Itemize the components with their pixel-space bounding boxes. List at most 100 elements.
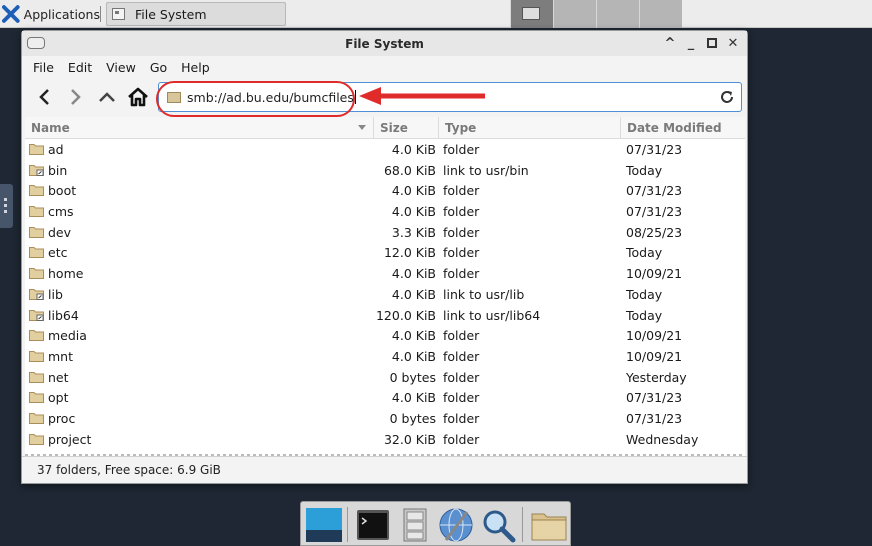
toolbar: smb://ad.bu.edu/bumcfiles xyxy=(22,78,747,117)
close-icon[interactable]: ✕ xyxy=(725,34,741,52)
file-row[interactable]: dev 3.3 KiB folder 08/25/23 xyxy=(25,222,745,243)
file-size: 32.0 KiB xyxy=(383,431,436,447)
dock-separator xyxy=(522,507,523,542)
panel-separator xyxy=(100,6,101,22)
file-type: link to usr/lib xyxy=(443,286,525,302)
status-bar: 37 folders, Free space: 6.9 GiB xyxy=(22,456,747,483)
file-date: 10/09/21 xyxy=(626,328,683,344)
list-header: Name Size Type Date Modified xyxy=(25,117,745,139)
menu-go[interactable]: Go xyxy=(150,60,167,75)
workspace-window-preview xyxy=(522,7,540,20)
file-type: folder xyxy=(443,390,480,406)
file-type: folder xyxy=(443,245,480,261)
menu-view[interactable]: View xyxy=(106,60,136,75)
file-size: 0 bytes xyxy=(389,369,436,385)
applications-menu[interactable]: Applications xyxy=(2,3,100,25)
folder-icon xyxy=(29,247,44,259)
forward-button[interactable] xyxy=(62,84,88,110)
back-button[interactable] xyxy=(32,84,58,110)
file-rows: ad 4.0 KiB folder 07/31/23 bin 68.0 KiB link t… xyxy=(25,139,745,449)
file-size: 4.0 KiB xyxy=(391,286,436,302)
workspace-2[interactable] xyxy=(553,0,596,28)
desktop-icon[interactable] xyxy=(305,506,343,544)
file-name: mnt xyxy=(48,348,73,364)
refresh-icon[interactable] xyxy=(719,89,735,105)
home-button[interactable] xyxy=(125,84,151,110)
folder-link-icon xyxy=(29,309,44,321)
file-row[interactable]: etc 12.0 KiB folder Today xyxy=(25,242,745,263)
minimize-icon[interactable]: _ xyxy=(683,34,699,52)
file-row[interactable]: cms 4.0 KiB folder 07/31/23 xyxy=(25,201,745,222)
workspace-switcher[interactable] xyxy=(510,0,684,28)
arrow-left-icon xyxy=(39,89,49,105)
file-name: lib64 xyxy=(48,307,79,323)
window-titlebar[interactable]: File System ^ _ ✕ xyxy=(22,31,747,56)
file-size: 3.3 KiB xyxy=(391,224,436,240)
file-row[interactable]: opt 4.0 KiB folder 07/31/23 xyxy=(25,387,745,408)
file-type: folder xyxy=(443,431,480,447)
file-row[interactable]: ad 4.0 KiB folder 07/31/23 xyxy=(25,139,745,160)
folder-icon xyxy=(29,412,44,424)
sort-descending-icon xyxy=(358,125,366,130)
folder-link-icon xyxy=(29,164,44,176)
file-name: cms xyxy=(48,204,74,220)
terminal-icon[interactable] xyxy=(354,506,392,544)
file-row[interactable]: home 4.0 KiB folder 10/09/21 xyxy=(25,263,745,284)
file-row[interactable]: media 4.0 KiB folder 10/09/21 xyxy=(25,325,745,346)
column-header-date[interactable]: Date Modified xyxy=(621,117,745,139)
shade-icon[interactable]: ^ xyxy=(662,34,678,52)
taskbar-window-button[interactable]: File System xyxy=(106,2,286,26)
file-name: home xyxy=(48,266,84,282)
file-row[interactable]: proc 0 bytes folder 07/31/23 xyxy=(25,408,745,429)
parent-folder-button[interactable] xyxy=(94,84,120,110)
file-type: folder xyxy=(443,328,480,344)
file-row[interactable]: lib 4.0 KiB link to usr/lib Today xyxy=(25,284,745,305)
column-header-type[interactable]: Type xyxy=(439,117,621,139)
file-cabinet-icon[interactable] xyxy=(396,506,434,544)
file-date: 10/09/21 xyxy=(626,348,683,364)
file-name: project xyxy=(48,431,92,447)
menu-help[interactable]: Help xyxy=(181,60,210,75)
window-icon xyxy=(112,8,125,20)
file-row[interactable]: project 32.0 KiB folder Wednesday xyxy=(25,429,745,450)
workspace-4[interactable] xyxy=(639,0,682,28)
file-row[interactable]: bin 68.0 KiB link to usr/bin Today xyxy=(25,160,745,181)
file-size: 4.0 KiB xyxy=(391,142,436,157)
status-text: 37 folders, Free space: 6.9 GiB xyxy=(37,463,221,477)
file-type: folder xyxy=(443,348,480,364)
file-date: 07/31/23 xyxy=(626,390,683,406)
workspace-1[interactable] xyxy=(510,0,553,28)
column-header-size[interactable]: Size xyxy=(374,117,439,139)
file-row[interactable]: net 0 bytes folder Yesterday xyxy=(25,367,745,388)
file-row[interactable]: boot 4.0 KiB folder 07/31/23 xyxy=(25,180,745,201)
file-size: 4.0 KiB xyxy=(391,266,436,282)
web-browser-icon[interactable] xyxy=(437,506,475,544)
side-panel-handle[interactable] xyxy=(0,184,13,228)
dock-separator xyxy=(347,507,348,542)
drive-icon xyxy=(27,37,45,49)
folder-link-icon xyxy=(29,288,44,300)
file-row[interactable]: lib64 120.0 KiB link to usr/lib64 Today xyxy=(25,305,745,326)
file-size: 0 bytes xyxy=(389,410,436,426)
file-name: media xyxy=(48,328,87,344)
file-type: folder xyxy=(443,266,480,282)
file-type: link to usr/lib64 xyxy=(443,307,541,323)
menu-file[interactable]: File xyxy=(33,60,54,75)
folder-icon xyxy=(29,330,44,342)
menu-edit[interactable]: Edit xyxy=(68,60,92,75)
workspace-3[interactable] xyxy=(596,0,639,28)
folder-icon xyxy=(29,206,44,218)
menu-bar: File Edit View Go Help xyxy=(22,56,747,78)
window-controls: ^ _ ✕ xyxy=(662,34,741,52)
file-name: lib xyxy=(48,286,63,302)
top-panel: Applications File System xyxy=(0,0,872,28)
file-row[interactable]: mnt 4.0 KiB folder 10/09/21 xyxy=(25,346,745,367)
file-manager-icon[interactable] xyxy=(530,506,568,544)
column-header-name[interactable]: Name xyxy=(25,117,374,139)
file-size: 12.0 KiB xyxy=(383,245,436,261)
file-date: Wednesday xyxy=(626,431,699,447)
annotation-arrow-icon xyxy=(359,87,485,105)
file-list[interactable]: Name Size Type Date Modified ad 4.0 KiB fo… xyxy=(25,117,745,456)
search-icon[interactable] xyxy=(479,506,517,544)
maximize-icon[interactable] xyxy=(704,34,720,52)
